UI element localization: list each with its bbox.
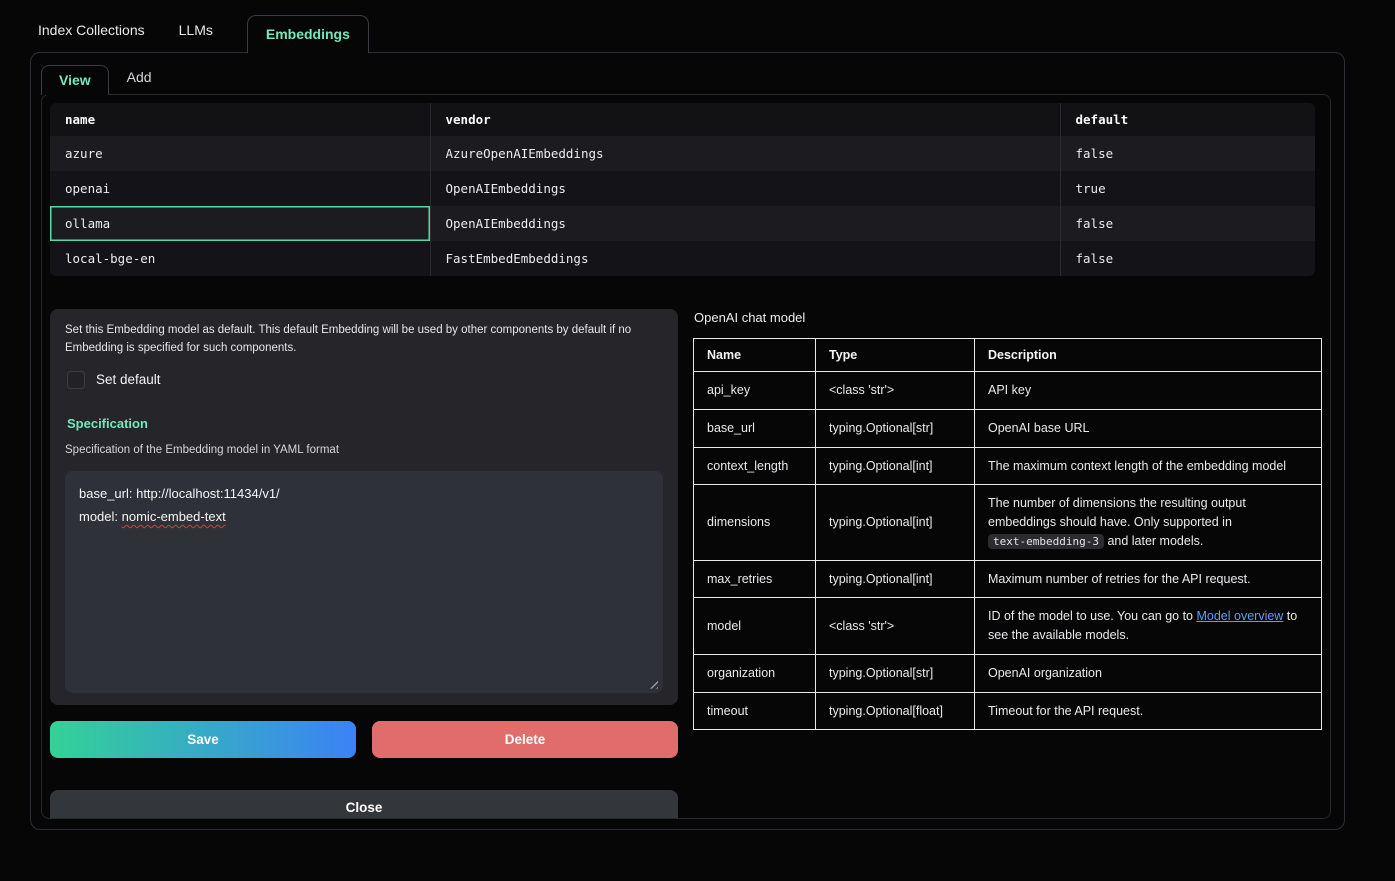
doc-table-row: dimensionstyping.Optional[int]The number… (694, 485, 1322, 560)
doc-column-type: Type (816, 339, 975, 372)
table-cell: false (1060, 206, 1315, 241)
code-chip: text-embedding-3 (988, 534, 1104, 549)
column-header-vendor: vendor (430, 103, 1060, 136)
yaml-line: model: nomic-embed-text (79, 505, 649, 528)
delete-button[interactable]: Delete (372, 721, 678, 758)
doc-cell-description: The maximum context length of the embedd… (975, 447, 1322, 485)
default-help-text: Set this Embedding model as default. Thi… (65, 322, 663, 358)
doc-cell-type: typing.Optional[int] (816, 447, 975, 485)
detail-form: Set this Embedding model as default. Thi… (50, 309, 678, 819)
doc-cell-name: api_key (694, 372, 816, 410)
table-row[interactable]: ollamaOpenAIEmbeddingsfalse (50, 206, 1315, 241)
embeddings-panel: View Add name vendor default azureAzureO… (30, 52, 1345, 830)
doc-cell-type: typing.Optional[str] (816, 409, 975, 447)
doc-cell-description: API key (975, 372, 1322, 410)
save-button[interactable]: Save (50, 721, 356, 758)
set-default-row[interactable]: Set default (67, 371, 663, 389)
doc-table-row: model<class 'str'>ID of the model to use… (694, 598, 1322, 655)
specification-caption: Specification of the Embedding model in … (65, 444, 663, 456)
model-overview-link[interactable]: Model overview (1196, 609, 1283, 623)
table-cell: OpenAIEmbeddings (430, 206, 1060, 241)
doc-table-row: context_lengthtyping.Optional[int]The ma… (694, 447, 1322, 485)
doc-column-description: Description (975, 339, 1322, 372)
embeddings-table: name vendor default azureAzureOpenAIEmbe… (50, 103, 1315, 276)
doc-cell-description: ID of the model to use. You can go to Mo… (975, 598, 1322, 655)
doc-table-row: max_retriestyping.Optional[int]Maximum n… (694, 560, 1322, 598)
doc-table-header: Name Type Description (694, 339, 1322, 372)
doc-cell-description: OpenAI organization (975, 654, 1322, 692)
table-cell: openai (50, 171, 430, 206)
doc-cell-type: typing.Optional[int] (816, 560, 975, 598)
top-tab-bar: Index Collections LLMs Embeddings (0, 0, 1395, 52)
doc-cell-name: max_retries (694, 560, 816, 598)
table-cell: false (1060, 136, 1315, 171)
doc-cell-type: <class 'str'> (816, 598, 975, 655)
doc-table-row: api_key<class 'str'>API key (694, 372, 1322, 410)
doc-table-row: timeouttyping.Optional[float]Timeout for… (694, 692, 1322, 730)
doc-cell-type: <class 'str'> (816, 372, 975, 410)
table-row[interactable]: openaiOpenAIEmbeddingstrue (50, 171, 1315, 206)
detail-card: Set this Embedding model as default. Thi… (50, 309, 678, 705)
doc-column-name: Name (694, 339, 816, 372)
set-default-label: Set default (96, 372, 161, 387)
tab-embeddings[interactable]: Embeddings (247, 15, 369, 53)
misspelled-word: nomic-embed-text (122, 509, 226, 524)
doc-cell-name: context_length (694, 447, 816, 485)
doc-cell-description: Maximum number of retries for the API re… (975, 560, 1322, 598)
doc-cell-name: dimensions (694, 485, 816, 560)
tab-add[interactable]: Add (117, 69, 162, 94)
doc-table-row: organizationtyping.Optional[str]OpenAI o… (694, 654, 1322, 692)
doc-table: Name Type Description api_key<class 'str… (693, 338, 1322, 730)
table-cell: ollama (50, 206, 430, 241)
doc-title: OpenAI chat model (694, 310, 1322, 325)
table-cell: true (1060, 171, 1315, 206)
doc-cell-description: The number of dimensions the resulting o… (975, 485, 1322, 560)
view-tab-content: name vendor default azureAzureOpenAIEmbe… (41, 94, 1331, 819)
doc-cell-type: typing.Optional[float] (816, 692, 975, 730)
yaml-spec-editor[interactable]: base_url: http://localhost:11434/v1/mode… (65, 471, 663, 693)
doc-cell-description: OpenAI base URL (975, 409, 1322, 447)
embeddings-table-header: name vendor default (50, 103, 1315, 136)
doc-cell-name: organization (694, 654, 816, 692)
specification-heading: Specification (67, 416, 663, 431)
table-cell: local-bge-en (50, 241, 430, 276)
yaml-line: base_url: http://localhost:11434/v1/ (79, 482, 649, 505)
column-header-default: default (1060, 103, 1315, 136)
table-cell: FastEmbedEmbeddings (430, 241, 1060, 276)
table-cell: false (1060, 241, 1315, 276)
tab-view[interactable]: View (41, 65, 109, 95)
sub-tab-bar: View Add (31, 53, 1344, 94)
doc-cell-name: model (694, 598, 816, 655)
doc-cell-description: Timeout for the API request. (975, 692, 1322, 730)
resize-handle[interactable] (648, 679, 658, 689)
set-default-checkbox[interactable] (67, 371, 85, 389)
tab-llms[interactable]: LLMs (171, 22, 221, 52)
doc-table-body: api_key<class 'str'>API keybase_urltypin… (694, 372, 1322, 730)
doc-table-row: base_urltyping.Optional[str]OpenAI base … (694, 409, 1322, 447)
table-cell: AzureOpenAIEmbeddings (430, 136, 1060, 171)
table-cell: OpenAIEmbeddings (430, 171, 1060, 206)
embeddings-table-body: azureAzureOpenAIEmbeddingsfalseopenaiOpe… (50, 136, 1315, 276)
doc-cell-name: timeout (694, 692, 816, 730)
table-cell: azure (50, 136, 430, 171)
yaml-content: base_url: http://localhost:11434/v1/mode… (79, 482, 649, 529)
doc-cell-name: base_url (694, 409, 816, 447)
table-row[interactable]: local-bge-enFastEmbedEmbeddingsfalse (50, 241, 1315, 276)
column-header-name: name (50, 103, 430, 136)
doc-panel: OpenAI chat model Name Type Description … (693, 309, 1322, 819)
close-button[interactable]: Close (50, 790, 678, 819)
doc-cell-type: typing.Optional[str] (816, 654, 975, 692)
tab-index-collections[interactable]: Index Collections (30, 22, 153, 52)
table-row[interactable]: azureAzureOpenAIEmbeddingsfalse (50, 136, 1315, 171)
doc-cell-type: typing.Optional[int] (816, 485, 975, 560)
